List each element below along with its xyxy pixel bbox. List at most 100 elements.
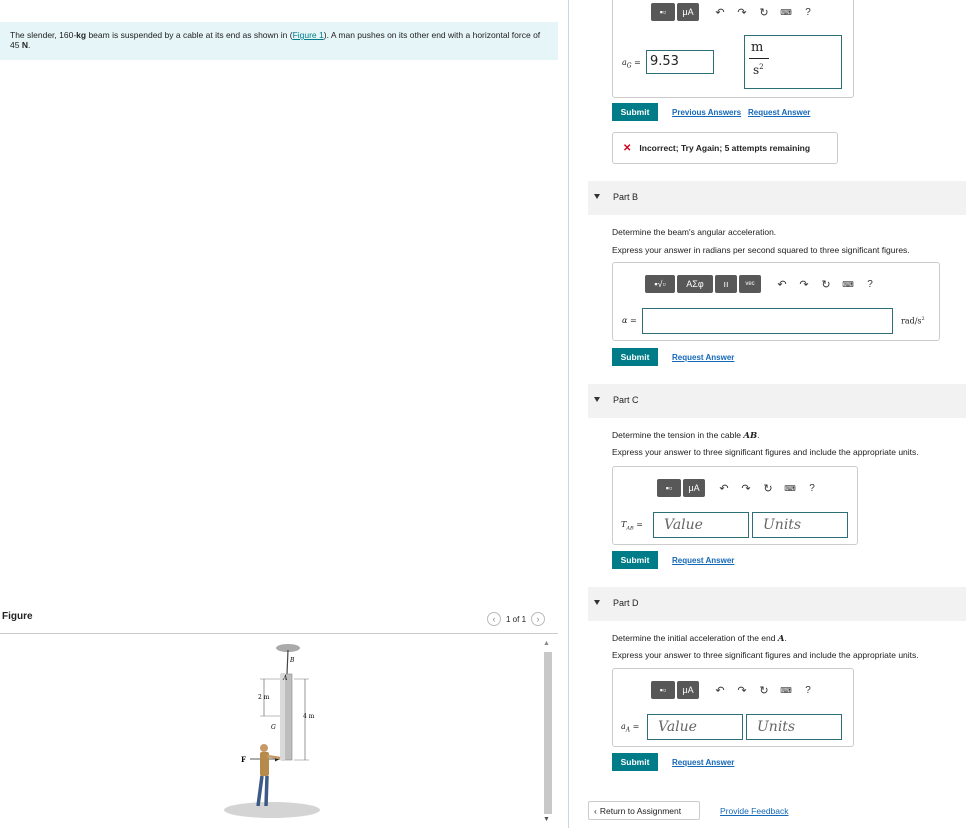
part-b-header[interactable]: Part B: [588, 181, 966, 215]
greek-button[interactable]: ΑΣφ: [677, 275, 713, 293]
template-button[interactable]: ▪▫: [651, 681, 675, 699]
chevron-left-icon: ‹: [594, 805, 597, 816]
scrollbar-thumb[interactable]: [544, 652, 552, 814]
vector-button[interactable]: vec: [739, 275, 761, 293]
units-button[interactable]: μA: [677, 3, 699, 21]
problem-text: beam is suspended by a cable at its end …: [86, 30, 293, 40]
part-c-toolbar: ▪▫ μA ↶ ↷ ↻ ⌨ ?: [657, 479, 819, 497]
template-button[interactable]: ▪▫: [651, 3, 675, 21]
t-ab-units-input[interactable]: Units: [752, 512, 848, 538]
units-button[interactable]: μA: [677, 681, 699, 699]
part-d-request-answer-link[interactable]: Request Answer: [672, 758, 734, 767]
provide-feedback-link[interactable]: Provide Feedback: [720, 806, 789, 816]
fraction-bar: [749, 58, 769, 59]
collapse-arrow-icon: [594, 194, 600, 199]
undo-icon[interactable]: ↶: [775, 278, 789, 291]
a-a-units-input[interactable]: Units: [746, 714, 842, 740]
vector-bar-button[interactable]: ıı: [715, 275, 737, 293]
part-c-answer-box: ▪▫ μA ↶ ↷ ↻ ⌨ ? TAB = Value Units: [612, 466, 858, 545]
feedback-text: Incorrect; Try Again; 5 attempts remaini…: [639, 143, 811, 153]
keyboard-icon[interactable]: ⌨: [779, 686, 793, 695]
t-ab-label: TAB =: [621, 520, 643, 532]
divider: [0, 633, 558, 634]
alpha-input[interactable]: [642, 308, 893, 334]
collapse-arrow-icon: [594, 600, 600, 605]
keyboard-icon[interactable]: ⌨: [779, 8, 793, 17]
figure-pager: ‹ 1 of 1 ›: [487, 612, 546, 626]
ground-shadow: [224, 802, 320, 818]
part-d-toolbar: ▪▫ μA ↶ ↷ ↻ ⌨ ?: [651, 681, 815, 699]
reset-icon[interactable]: ↻: [757, 684, 771, 697]
part-b-question: Determine the beam's angular acceleratio…: [612, 227, 777, 237]
vec-icon: vec: [745, 281, 755, 287]
a-a-value-input[interactable]: Value: [647, 714, 743, 740]
part-d-instruction: Express your answer to three significant…: [612, 650, 919, 660]
help-icon[interactable]: ?: [805, 483, 819, 494]
a-g-units-input[interactable]: m s2: [744, 35, 842, 89]
reset-icon[interactable]: ↻: [761, 482, 775, 495]
figure-heading: Figure: [2, 611, 33, 622]
greek-icon: ΑΣφ: [686, 279, 704, 289]
label-2m: 2 m: [258, 694, 270, 701]
problem-text: The slender, 160-: [10, 30, 77, 40]
collapse-arrow-icon: [594, 397, 600, 402]
next-figure-button[interactable]: ›: [531, 612, 546, 626]
units-button[interactable]: μA: [683, 479, 705, 497]
previous-answers-link[interactable]: Previous Answers: [672, 108, 741, 117]
scroll-up-icon[interactable]: ▲: [543, 640, 550, 647]
unit-denominator: s2: [753, 63, 764, 77]
mu-a-icon: μA: [682, 7, 694, 17]
reset-icon[interactable]: ↻: [819, 278, 833, 291]
help-icon[interactable]: ?: [863, 279, 877, 290]
part-c-submit-button[interactable]: Submit: [612, 551, 658, 569]
part-a-toolbar: ▪▫ μA ↶ ↷ ↻ ⌨ ?: [651, 3, 815, 21]
return-to-assignment-button[interactable]: ‹ Return to Assignment: [588, 801, 700, 820]
redo-icon[interactable]: ↷: [739, 482, 753, 495]
keyboard-icon[interactable]: ⌨: [783, 484, 797, 493]
sqrt-template-icon: ▪√▫: [654, 279, 666, 289]
part-d-submit-button[interactable]: Submit: [612, 753, 658, 771]
undo-icon[interactable]: ↶: [713, 684, 727, 697]
undo-icon[interactable]: ↶: [713, 6, 727, 19]
figure-scrollbar[interactable]: ▲ ▼: [542, 640, 554, 826]
part-d-answer-box: ▪▫ μA ↶ ↷ ↻ ⌨ ? aA = Value Units: [612, 668, 854, 747]
part-c-header[interactable]: Part C: [588, 384, 966, 418]
alpha-label: α =: [622, 316, 637, 325]
return-label: Return to Assignment: [599, 805, 682, 816]
redo-icon[interactable]: ↷: [735, 6, 749, 19]
figure-link[interactable]: Figure 1: [293, 30, 324, 40]
part-d-header[interactable]: Part D: [588, 587, 966, 621]
a-g-value-input[interactable]: 9.53: [646, 50, 714, 74]
part-c-title: Part C: [613, 395, 639, 405]
a-g-label: aG =: [622, 58, 641, 70]
part-b-request-answer-link[interactable]: Request Answer: [672, 353, 734, 362]
part-b-answer-box: ▪√▫ ΑΣφ ıı vec ↶ ↷ ↻ ⌨ ? α = rad/s2: [612, 262, 940, 341]
redo-icon[interactable]: ↷: [797, 278, 811, 291]
reset-icon[interactable]: ↻: [757, 6, 771, 19]
part-b-submit-button[interactable]: Submit: [612, 348, 658, 366]
part-c-request-answer-link[interactable]: Request Answer: [672, 556, 734, 565]
help-icon[interactable]: ?: [801, 7, 815, 18]
template-button[interactable]: ▪▫: [657, 479, 681, 497]
keyboard-icon[interactable]: ⌨: [841, 280, 855, 289]
part-a-request-answer-link[interactable]: Request Answer: [748, 108, 810, 117]
redo-icon[interactable]: ↷: [735, 684, 749, 697]
man-figure: [256, 744, 281, 807]
part-b-title: Part B: [613, 192, 639, 202]
prev-figure-button[interactable]: ‹: [487, 612, 501, 626]
label-g: G: [271, 724, 276, 731]
cable-ab: [286, 649, 289, 675]
chevron-right-icon: ›: [536, 614, 540, 624]
undo-icon[interactable]: ↶: [717, 482, 731, 495]
part-a-answer-box: ▪▫ μA ↶ ↷ ↻ ⌨ ? aG = 9.53 m s2: [612, 0, 854, 98]
help-icon[interactable]: ?: [801, 685, 815, 696]
part-b-toolbar: ▪√▫ ΑΣφ ıı vec ↶ ↷ ↻ ⌨ ?: [645, 275, 877, 293]
part-a-submit-button[interactable]: Submit: [612, 103, 658, 121]
template-sqrt-button[interactable]: ▪√▫: [645, 275, 675, 293]
scroll-down-icon[interactable]: ▼: [543, 816, 550, 823]
t-ab-value-input[interactable]: Value: [653, 512, 749, 538]
part-c-question: Determine the tension in the cable AB.: [612, 430, 760, 441]
rad-per-s2-unit: rad/s2: [901, 316, 925, 326]
part-a-feedback: ✕ Incorrect; Try Again; 5 attempts remai…: [612, 132, 838, 164]
template-icon: ▪▫: [665, 483, 673, 493]
